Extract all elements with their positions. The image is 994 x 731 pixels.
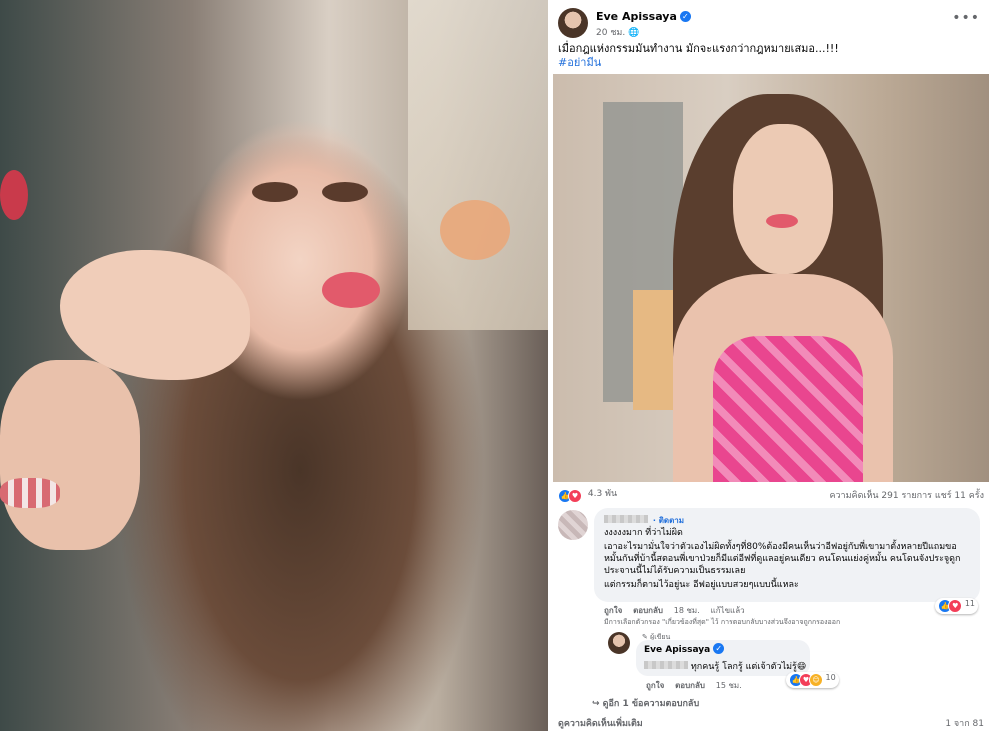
reply-text: ทุกคนรู้ โลกรู้ แต่เจ้าตัวไม่รู้😄 — [690, 662, 807, 672]
reply-text-row: ทุกคนรู้ โลกรู้ แต่เจ้าตัวไม่รู้😄 — [644, 659, 806, 673]
post-caption: เมื่อกฎแห่งกรรมมันทำงาน มักจะแรงกว่ากฎหม… — [558, 42, 839, 55]
post-text: เมื่อกฎแห่งกรรมมันทำงาน มักจะแรงกว่ากฎหม… — [558, 42, 978, 70]
globe-icon: 🌐 — [628, 28, 640, 38]
comment-line: งงงงงมาก ที่ว่าไม่ผิด — [604, 528, 683, 538]
commenter-avatar-blurred[interactable] — [558, 510, 588, 540]
follow-link[interactable]: · ติดตาม — [653, 516, 684, 525]
eye-right — [322, 182, 368, 202]
reply-actions: ถูกใจ ตอบกลับ 15 ชม. — [646, 679, 750, 692]
reply-link[interactable]: ตอบกลับ — [633, 606, 663, 615]
reply-author-name[interactable]: Eve Apissaya — [644, 645, 710, 655]
more-options-icon[interactable]: ••• — [952, 10, 980, 26]
love-reaction-icon: ♥ — [568, 489, 582, 503]
view-more-replies-link[interactable]: ↪ ดูอีก 1 ข้อความตอบกลับ — [592, 696, 699, 710]
comment-actions: ถูกใจ ตอบกลับ 18 ชม. แก้ไขแล้ว — [604, 604, 753, 617]
verified-icon: ✓ — [713, 643, 725, 654]
verified-icon: ✓ — [679, 11, 691, 22]
post-header: Eve Apissaya ✓ 20 ชม. 🌐 ••• — [558, 8, 988, 40]
post-photo[interactable] — [553, 74, 989, 482]
comment-line: แต่กรรมก็ตามไว้อยู่นะ อีฟอยู่แบบสวยๆแบบน… — [604, 580, 799, 590]
comment-line: เอาอะไรมามั่นใจว่าตัวเองไม่ผิดทั้งๆที่80… — [604, 542, 961, 576]
comment-pager: 1 จาก 81 — [945, 719, 984, 729]
reply-reactions[interactable]: 👍 ♥ ☺ 10 — [786, 672, 839, 688]
comment-bubble: · ติดตาม งงงงงมาก ที่ว่าไม่ผิด เอาอะไรมา… — [594, 508, 980, 602]
like-link[interactable]: ถูกใจ — [604, 606, 622, 615]
author-avatar[interactable] — [558, 8, 588, 38]
bracelet — [0, 478, 60, 508]
author-name-row: Eve Apissaya ✓ — [596, 10, 691, 23]
commenter-name-row: · ติดตาม — [604, 514, 684, 527]
mentioned-name-blurred[interactable] — [644, 661, 688, 669]
background-shelf — [408, 0, 548, 330]
reply-link[interactable]: ตอบกลับ — [675, 681, 705, 690]
view-more-comments-link[interactable]: ดูความคิดเห็นเพิ่มเติม — [558, 719, 643, 729]
comment-reactions[interactable]: 👍 ♥ 11 — [935, 598, 978, 614]
background-flower — [0, 170, 28, 220]
reply-time[interactable]: 15 ชม. — [716, 681, 742, 690]
reaction-count[interactable]: 4.3 พัน — [588, 489, 617, 499]
reply-bubble: Eve Apissaya ✓ ทุกคนรู้ โลกรู้ แต่เจ้าตัว… — [636, 640, 810, 676]
love-reaction-icon: ♥ — [948, 599, 963, 613]
lips — [322, 272, 380, 308]
reply-reaction-count: 10 — [825, 673, 836, 682]
author-name[interactable]: Eve Apissaya — [596, 10, 677, 23]
commenter-name-blurred[interactable] — [604, 515, 648, 523]
post-stats: 👍 ♥ 4.3 พัน ความคิดเห็น 291 รายการ แชร์ 1… — [558, 486, 984, 504]
eye-left — [252, 182, 298, 202]
comment-text: งงงงงมาก ที่ว่าไม่ผิด เอาอะไรมามั่นใจว่า… — [604, 527, 974, 593]
facebook-post: Eve Apissaya ✓ 20 ชม. 🌐 ••• เมื่อกฎแห่งกร… — [548, 0, 994, 731]
photo-dress — [713, 336, 863, 482]
post-hashtag[interactable]: #อย่ามีน — [558, 56, 978, 70]
photo-lips — [766, 214, 798, 228]
arm — [0, 360, 140, 550]
post-meta: 20 ชม. 🌐 — [596, 25, 639, 39]
reply-author-avatar[interactable] — [608, 632, 630, 654]
post-time[interactable]: 20 ชม. — [596, 28, 625, 38]
haha-reaction-icon: ☺ — [809, 673, 823, 687]
comment-time[interactable]: 18 ชม. — [674, 606, 700, 615]
comments-shares-count[interactable]: ความคิดเห็น 291 รายการ แชร์ 11 ครั้ง — [829, 488, 984, 502]
background-object — [440, 200, 510, 260]
like-link[interactable]: ถูกใจ — [646, 681, 664, 690]
reply-author-name-row: Eve Apissaya ✓ — [644, 643, 725, 655]
photo-face — [733, 124, 833, 274]
selfie-photo — [0, 0, 548, 731]
edited-label: แก้ไขแล้ว — [710, 606, 745, 615]
comment-reaction-count: 11 — [964, 599, 975, 608]
comments-footer: ดูความคิดเห็นเพิ่มเติม 1 จาก 81 — [558, 716, 984, 730]
filter-note: มีการเลือกตัวกรอง "เกี่ยวข้องที่สุด" ไว้… — [604, 618, 841, 626]
